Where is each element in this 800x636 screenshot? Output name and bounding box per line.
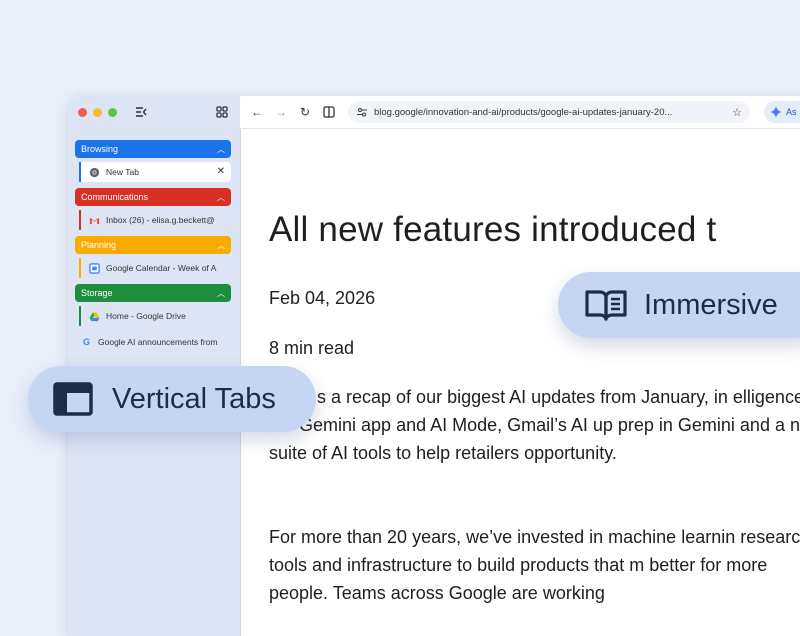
- tab-title: Google AI announcements from: [98, 337, 218, 347]
- article-date: Feb 04, 2026: [269, 288, 376, 308]
- vertical-tabs-label: Vertical Tabs: [112, 382, 276, 415]
- tab-drive[interactable]: Home - Google Drive: [79, 306, 231, 326]
- tab-group-communications[interactable]: Communications ︿: [75, 188, 231, 206]
- gemini-label: As: [786, 107, 797, 117]
- collapse-sidebar-icon[interactable]: [134, 105, 148, 119]
- article-read-time: 8 min read: [269, 338, 355, 358]
- close-window-button[interactable]: [78, 108, 87, 117]
- address-bar[interactable]: blog.google/innovation-and-ai/products/g…: [348, 101, 750, 123]
- article-paragraph: s a recap of our biggest AI updates from…: [269, 383, 800, 467]
- bookmark-star-icon[interactable]: ☆: [732, 106, 742, 119]
- paragraph-text: s a recap of our biggest AI updates from…: [269, 387, 800, 463]
- chrome-icon: [89, 167, 100, 177]
- tab-inbox[interactable]: Inbox (26) - elisa.g.beckett@: [79, 210, 231, 230]
- tab-group-label: Browsing: [81, 144, 119, 154]
- tab-title: Home - Google Drive: [106, 311, 186, 321]
- drive-icon: [89, 311, 100, 321]
- immersive-label: Immersive: [644, 288, 778, 321]
- gemini-button[interactable]: As: [764, 101, 800, 123]
- chevron-up-icon: ︿: [217, 288, 225, 298]
- article-headline: All new features introduced t: [269, 210, 717, 249]
- article-content: All new features introduced t Feb 04, 20…: [269, 210, 800, 603]
- reading-mode-icon[interactable]: [322, 105, 336, 119]
- site-settings-icon[interactable]: [356, 106, 368, 118]
- google-icon: G: [82, 337, 90, 347]
- tab-group-label: Storage: [81, 288, 113, 298]
- chevron-up-icon: ︿: [217, 240, 225, 250]
- tab-group-label: Communications: [81, 192, 149, 202]
- tab-title: Inbox (26) - elisa.g.beckett@: [106, 215, 215, 225]
- gmail-icon: [89, 217, 100, 224]
- tab-groups: Browsing ︿ New Tab ✕ Communications ︿ In…: [75, 140, 231, 358]
- minimize-window-button[interactable]: [93, 108, 102, 117]
- calendar-icon: [89, 262, 100, 274]
- article-paragraph: For more than 20 years, we’ve invested i…: [269, 527, 800, 603]
- tab-group-browsing[interactable]: Browsing ︿: [75, 140, 231, 158]
- tab-title: New Tab: [106, 167, 139, 177]
- tab-group-label: Planning: [81, 240, 117, 250]
- url-text: blog.google/innovation-and-ai/products/g…: [374, 106, 673, 118]
- browser-toolbar: ← → ↻ blog.google/innovation-and-ai/prod…: [240, 96, 800, 129]
- tab-calendar[interactable]: Google Calendar - Week of A: [79, 258, 231, 278]
- gemini-spark-icon: [770, 106, 782, 118]
- back-arrow-icon[interactable]: ←: [250, 105, 264, 119]
- chevron-up-icon: ︿: [217, 144, 225, 154]
- tab-group-planning[interactable]: Planning ︿: [75, 236, 231, 254]
- forward-arrow-icon[interactable]: →: [274, 105, 288, 119]
- immersive-callout: Immersive: [558, 272, 800, 338]
- vertical-tabs-callout: Vertical Tabs: [28, 366, 316, 432]
- chevron-up-icon: ︿: [217, 192, 225, 202]
- tab-group-storage[interactable]: Storage ︿: [75, 284, 231, 302]
- window-controls: [78, 108, 117, 117]
- vertical-tabs-icon: [53, 382, 93, 416]
- reload-icon[interactable]: ↻: [298, 105, 312, 119]
- maximize-window-button[interactable]: [108, 108, 117, 117]
- tab-title: Google Calendar - Week of A: [106, 263, 217, 273]
- close-tab-icon[interactable]: ✕: [217, 166, 225, 177]
- tab-new-tab[interactable]: New Tab ✕: [79, 162, 231, 182]
- tab-google-ai[interactable]: G Google AI announcements from: [75, 332, 231, 352]
- tab-search-grid-icon[interactable]: [214, 104, 230, 120]
- open-book-icon: [585, 290, 627, 321]
